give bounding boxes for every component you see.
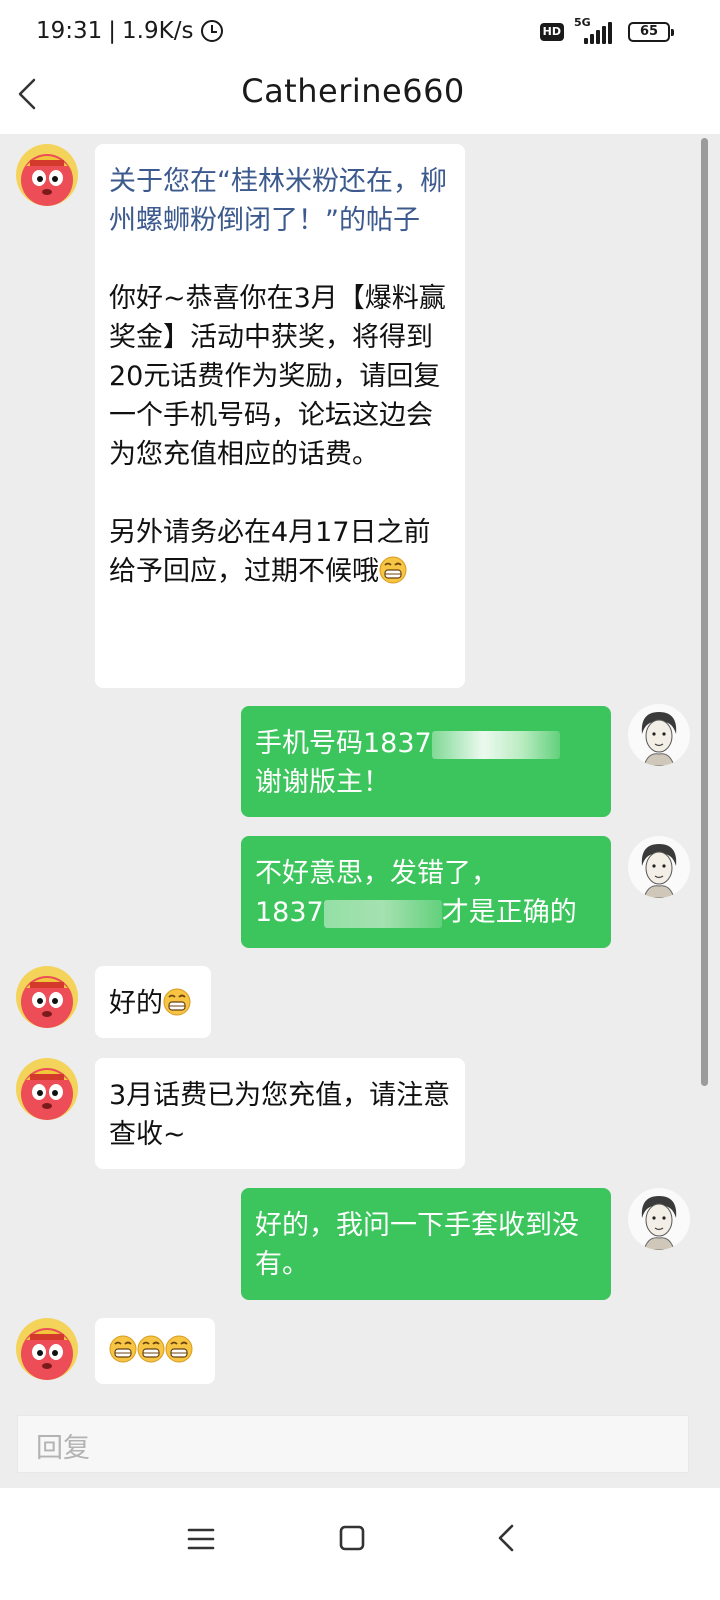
avatar-moderator[interactable] — [16, 1058, 78, 1120]
menu-icon — [187, 1528, 215, 1550]
battery-icon: 65 — [628, 22, 674, 42]
avatar-moderator[interactable] — [16, 1318, 78, 1380]
message-text: 另外请务必在4月17日之前给予回应，过期不候哦 — [109, 517, 431, 587]
message-text: 1837 才是正确的 — [255, 897, 577, 928]
status-speed: 1.9K/s — [122, 18, 194, 44]
message-bubble-1[interactable]: 关于您在“桂林米粉还在，柳州螺蛳粉倒闭了！”的帖子 你好~恭喜你在3月【爆料赢奖… — [95, 144, 465, 688]
message-text: 3月话费已为您充值，请注意查收~ — [109, 1080, 451, 1150]
status-separator: | — [108, 18, 117, 44]
grin-emoji-icon — [137, 1335, 165, 1363]
home-icon — [339, 1525, 365, 1551]
message-emojis — [109, 1331, 201, 1370]
message-bubble-4[interactable]: 好的 — [95, 966, 211, 1038]
redacted-phone — [323, 899, 442, 928]
grin-emoji-icon — [379, 556, 407, 584]
message-text: 好的 — [109, 984, 197, 1023]
message-bubble-2[interactable]: 手机号码1837 谢谢版主！ — [241, 706, 611, 817]
post-topic-link[interactable]: 关于您在“桂林米粉还在，柳州螺蛳粉倒闭了！”的帖子 — [109, 162, 451, 240]
user-avatar-icon — [628, 836, 690, 898]
system-nav-bar — [0, 1488, 720, 1600]
avatar-user[interactable] — [628, 704, 690, 766]
avatar-user[interactable] — [628, 1188, 690, 1250]
top-bar: 19:31 | 1.9K/s HD 5G 65 Catherine660 — [0, 0, 720, 134]
message-text: 你好~恭喜你在3月【爆料赢奖金】活动中获奖，将得到20元话费作为奖励，请回复一个… — [109, 283, 446, 470]
back-icon — [498, 1524, 514, 1552]
reply-input[interactable]: 回复 — [17, 1415, 689, 1473]
avatar-moderator[interactable] — [16, 966, 78, 1028]
message-bubble-7[interactable] — [95, 1318, 215, 1384]
avatar-user[interactable] — [628, 836, 690, 898]
message-bubble-3[interactable]: 不好意思，发错了， 1837 才是正确的 — [241, 836, 611, 948]
message-bubble-6[interactable]: 好的，我问一下手套收到没有。 — [241, 1188, 611, 1300]
grin-emoji-icon — [109, 1335, 137, 1363]
signal-icon: 5G — [574, 16, 618, 44]
avatar-moderator[interactable] — [16, 144, 78, 206]
grin-emoji-icon — [165, 1335, 193, 1363]
status-right: HD 5G 65 — [539, 16, 674, 44]
composer: 回复 — [0, 1396, 720, 1488]
hd-icon: HD — [539, 23, 564, 41]
moderator-avatar-icon — [16, 1058, 78, 1120]
user-avatar-icon — [628, 1188, 690, 1250]
status-time: 19:31 — [36, 18, 103, 44]
moderator-avatar-icon — [16, 966, 78, 1028]
user-avatar-icon — [628, 704, 690, 766]
message-text: 好的，我问一下手套收到没有。 — [255, 1210, 579, 1280]
home-button[interactable] — [322, 1512, 382, 1572]
menu-button[interactable] — [172, 1512, 232, 1572]
moderator-avatar-icon — [16, 1318, 78, 1380]
chat-area[interactable]: 关于您在“桂林米粉还在，柳州螺蛳粉倒闭了！”的帖子 你好~恭喜你在3月【爆料赢奖… — [0, 134, 720, 1396]
message-bubble-5[interactable]: 3月话费已为您充值，请注意查收~ — [95, 1058, 465, 1169]
redacted-phone — [431, 730, 560, 759]
alarm-icon — [201, 20, 224, 42]
page-title: Catherine660 — [241, 72, 465, 110]
message-text: 谢谢版主！ — [255, 767, 390, 798]
message-text: 手机号码1837 — [255, 724, 597, 763]
message-text: 不好意思，发错了， — [255, 858, 498, 889]
system-back-button[interactable] — [476, 1512, 536, 1572]
moderator-avatar-icon — [16, 144, 78, 206]
grin-emoji-icon — [163, 988, 191, 1016]
scrollbar-thumb[interactable] — [701, 138, 708, 1086]
status-left: 19:31 | 1.9K/s — [36, 18, 224, 44]
